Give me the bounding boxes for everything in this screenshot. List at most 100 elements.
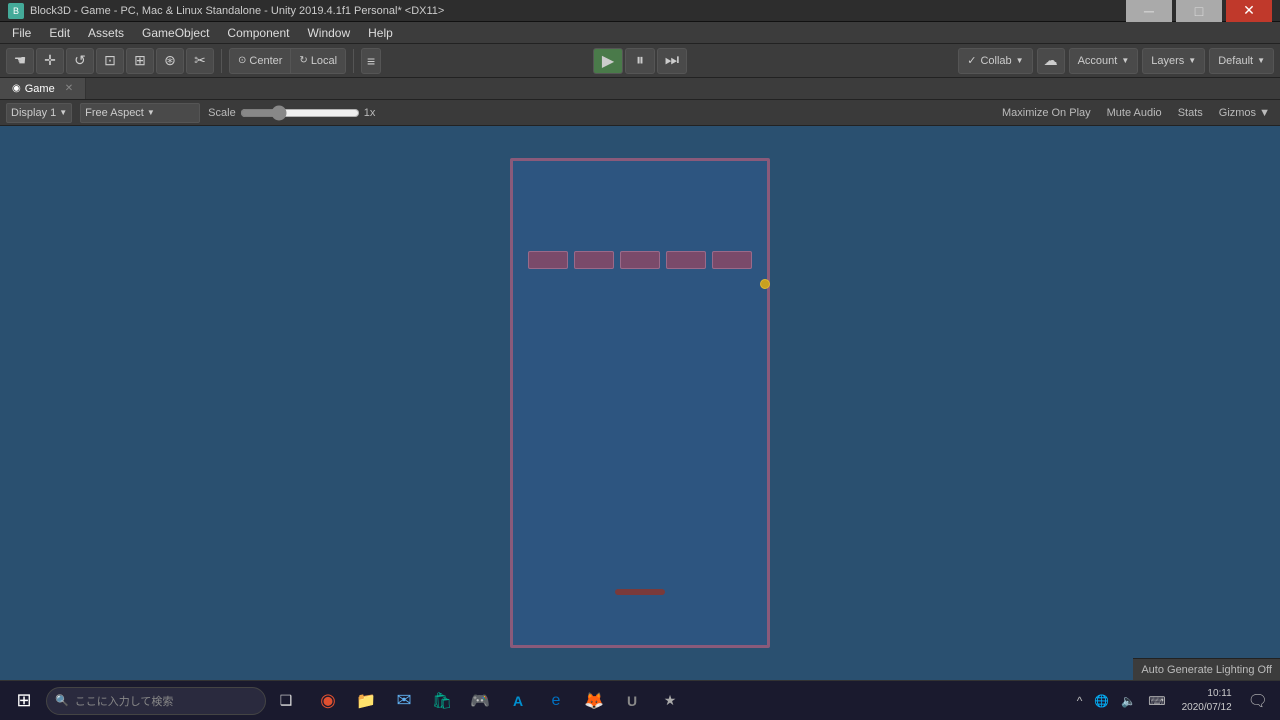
window-title: Block3D - Game - PC, Mac & Linux Standal… — [30, 5, 444, 17]
paddle — [615, 589, 665, 595]
taskbar-app-extra[interactable]: ★ — [652, 683, 688, 719]
custom-tool[interactable]: ✂ — [186, 48, 214, 74]
taskbar-files[interactable]: 📁 — [348, 683, 384, 719]
gizmos-arrow-icon: ▼ — [1259, 107, 1270, 119]
center-label: Center — [249, 55, 282, 67]
bricks-container — [523, 251, 757, 269]
local-button[interactable]: ↻ Local — [291, 48, 346, 74]
system-clock[interactable]: 10:11 2020/07/12 — [1174, 687, 1240, 715]
rect-tool[interactable]: ⊞ — [126, 48, 154, 74]
brick-1 — [528, 251, 568, 269]
taskbar-volume-icon[interactable]: 🔈 — [1117, 690, 1140, 712]
play-button[interactable]: ▶ — [593, 48, 623, 74]
cloud-button[interactable]: ☁ — [1037, 48, 1065, 74]
pause-button[interactable]: ⏸ — [625, 48, 655, 74]
display-select[interactable]: Display 1 ▼ — [6, 103, 72, 123]
taskbar-mail[interactable]: ✉ — [386, 683, 422, 719]
rotate-tool[interactable]: ↺ — [66, 48, 94, 74]
collab-label: Collab — [980, 55, 1011, 67]
door-knob — [760, 279, 770, 289]
scale-label: Scale — [208, 107, 236, 119]
game-tab-label: Game — [25, 83, 55, 95]
taskbar-unity-icon[interactable]: U — [614, 683, 650, 719]
menu-component[interactable]: Component — [219, 24, 297, 42]
game-toolbar: Display 1 ▼ Free Aspect ▼ Scale 1x Maxim… — [0, 100, 1280, 126]
status-bar: Auto Generate Lighting Off — [1133, 658, 1280, 680]
collab-check-icon: ✓ — [967, 54, 976, 67]
menu-help[interactable]: Help — [360, 24, 401, 42]
taskbar-apps: ◉ 📁 ✉ 🛍 🎮 A e 🦊 U ★ — [310, 683, 688, 719]
scale-slider[interactable] — [240, 105, 360, 121]
menu-file[interactable]: File — [4, 24, 39, 42]
chevron-up-icon[interactable]: ^ — [1073, 690, 1087, 712]
menu-gameobject[interactable]: GameObject — [134, 24, 217, 42]
game-viewport — [510, 158, 770, 648]
search-placeholder: ここに入力して検索 — [75, 693, 174, 709]
account-dropdown[interactable]: Account ▼ — [1069, 48, 1139, 74]
layers-label: Layers — [1151, 55, 1184, 67]
taskbar-keyboard-icon[interactable]: ⌨ — [1144, 690, 1169, 712]
menu-window[interactable]: Window — [299, 24, 358, 42]
start-button[interactable]: ⊞ — [4, 683, 44, 719]
move-tool[interactable]: ✛ — [36, 48, 64, 74]
collab-button[interactable]: ✓ Collab ▼ — [958, 48, 1032, 74]
hand-tool[interactable]: ☚ — [6, 48, 34, 74]
minimize-button[interactable]: ─ — [1126, 0, 1172, 22]
taskbar-right: ^ 🌐 🔈 ⌨ 10:11 2020/07/12 🗨 — [1073, 687, 1276, 715]
display-arrow-icon: ▼ — [59, 108, 67, 117]
taskbar-chrome[interactable]: ◉ — [310, 683, 346, 719]
default-arrow-icon: ▼ — [1257, 56, 1265, 65]
aspect-label: Free Aspect — [85, 107, 144, 119]
notification-icon[interactable]: 🗨 — [1244, 689, 1272, 713]
layers-dropdown[interactable]: Layers ▼ — [1142, 48, 1205, 74]
layers-arrow-icon: ▼ — [1188, 56, 1196, 65]
scale-value: 1x — [364, 107, 376, 119]
brick-3 — [620, 251, 660, 269]
sep-1 — [221, 49, 222, 73]
transform-tool[interactable]: ⊛ — [156, 48, 184, 74]
maximize-on-play-button[interactable]: Maximize On Play — [998, 105, 1095, 121]
scale-tool[interactable]: ⊡ — [96, 48, 124, 74]
scale-control: Scale 1x — [208, 105, 375, 121]
menu-edit[interactable]: Edit — [41, 24, 78, 42]
pivot-group: ⊙ Center ↻ Local — [229, 48, 346, 74]
aspect-arrow-icon: ▼ — [147, 108, 155, 117]
main-toolbar: ☚ ✛ ↺ ⊡ ⊞ ⊛ ✂ ⊙ Center ↻ Local ≡ ▶ ⏸ ⏭ ✓… — [0, 44, 1280, 78]
tab-bar: ◉ Game ✕ — [0, 78, 1280, 100]
taskbar-store[interactable]: 🛍 — [424, 683, 460, 719]
taskbar: ⊞ 🔍 ここに入力して検索 ❑ ◉ 📁 ✉ 🛍 🎮 A e 🦊 U ★ ^ 🌐 … — [0, 680, 1280, 720]
game-tab[interactable]: ◉ Game ✕ — [0, 78, 86, 99]
taskbar-azure[interactable]: A — [500, 683, 536, 719]
collab-arrow-icon: ▼ — [1016, 56, 1024, 65]
menu-assets[interactable]: Assets — [80, 24, 132, 42]
center-button[interactable]: ⊙ Center — [229, 48, 291, 74]
app-icon: B — [8, 3, 24, 19]
maximize-button[interactable]: □ — [1176, 0, 1222, 22]
menu-bar: File Edit Assets GameObject Component Wi… — [0, 22, 1280, 44]
gizmos-button[interactable]: Gizmos ▼ — [1215, 105, 1274, 121]
game-tab-icon: ◉ — [12, 83, 21, 94]
close-tab-icon[interactable]: ✕ — [65, 83, 73, 94]
aspect-select[interactable]: Free Aspect ▼ — [80, 103, 200, 123]
step-button[interactable]: ⏭ — [657, 48, 687, 74]
taskbar-gamepass[interactable]: 🎮 — [462, 683, 498, 719]
layers-toggle[interactable]: ≡ — [361, 48, 381, 74]
local-icon: ↻ — [299, 55, 307, 66]
title-bar: B Block3D - Game - PC, Mac & Linux Stand… — [0, 0, 1280, 22]
task-view-button[interactable]: ❑ — [268, 683, 304, 719]
pivot-icon: ⊙ — [238, 55, 246, 66]
search-icon: 🔍 — [55, 694, 69, 707]
taskbar-firefox[interactable]: 🦊 — [576, 683, 612, 719]
brick-5 — [712, 251, 752, 269]
taskbar-network-icon[interactable]: 🌐 — [1090, 690, 1113, 712]
clock-date: 2020/07/12 — [1182, 701, 1232, 715]
game-toolbar-right: Maximize On Play Mute Audio Stats Gizmos… — [998, 105, 1274, 121]
stats-button[interactable]: Stats — [1174, 105, 1207, 121]
default-dropdown[interactable]: Default ▼ — [1209, 48, 1274, 74]
close-button[interactable]: ✕ — [1226, 0, 1272, 22]
taskbar-edge[interactable]: e — [538, 683, 574, 719]
mute-audio-button[interactable]: Mute Audio — [1103, 105, 1166, 121]
search-box[interactable]: 🔍 ここに入力して検索 — [46, 687, 266, 715]
gizmos-label: Gizmos — [1219, 107, 1256, 119]
brick-4 — [666, 251, 706, 269]
